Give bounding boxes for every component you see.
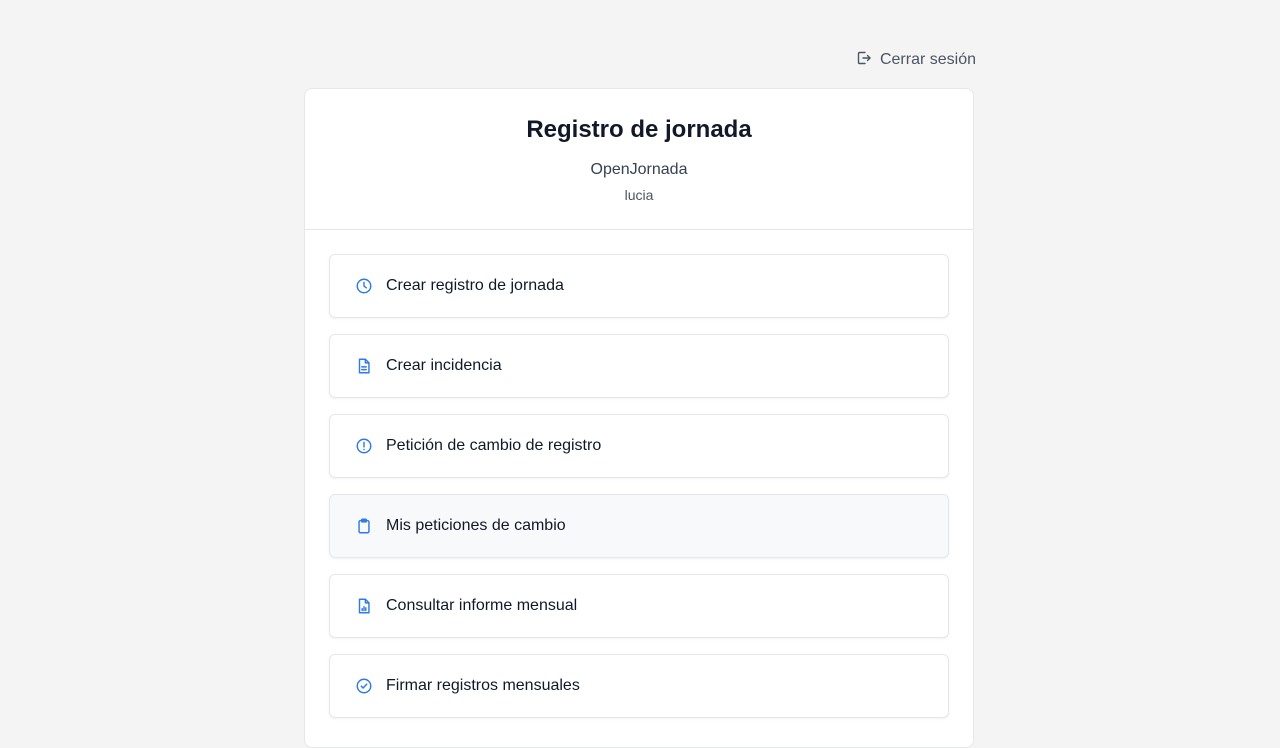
card-header: Registro de jornada OpenJornada lucia [305, 89, 973, 230]
check-circle-icon [354, 676, 374, 696]
logout-icon [856, 50, 872, 71]
menu-item-label: Firmar registros mensuales [386, 677, 580, 694]
username: lucia [624, 187, 654, 203]
menu-item-label: Petición de cambio de registro [386, 437, 602, 454]
menu-item-firmar-registros[interactable]: Firmar registros mensuales [329, 654, 949, 718]
menu-item-label: Crear registro de jornada [386, 277, 564, 294]
report-icon [354, 596, 374, 616]
document-icon [354, 356, 374, 376]
menu-item-informe-mensual[interactable]: Consultar informe mensual [329, 574, 949, 638]
logout-label: Cerrar sesión [879, 51, 976, 68]
menu-item-label: Crear incidencia [386, 357, 502, 374]
clipboard-icon [354, 516, 374, 536]
menu-item-label: Mis peticiones de cambio [386, 517, 566, 534]
menu-item-peticion-cambio[interactable]: Petición de cambio de registro [329, 414, 949, 478]
menu-item-crear-incidencia[interactable]: Crear incidencia [329, 334, 949, 398]
menu-item-crear-registro[interactable]: Crear registro de jornada [329, 254, 949, 318]
action-menu: Crear registro de jornada Crear incidenc… [305, 230, 973, 718]
alert-circle-icon [354, 436, 374, 456]
page-title: Registro de jornada [526, 116, 752, 143]
main-card: Registro de jornada OpenJornada lucia Cr… [304, 88, 974, 748]
menu-item-label: Consultar informe mensual [386, 597, 578, 614]
company-name: OpenJornada [590, 161, 688, 178]
clock-icon [354, 276, 374, 296]
logout-button[interactable]: Cerrar sesión [852, 48, 976, 72]
menu-item-mis-peticiones[interactable]: Mis peticiones de cambio [329, 494, 949, 558]
